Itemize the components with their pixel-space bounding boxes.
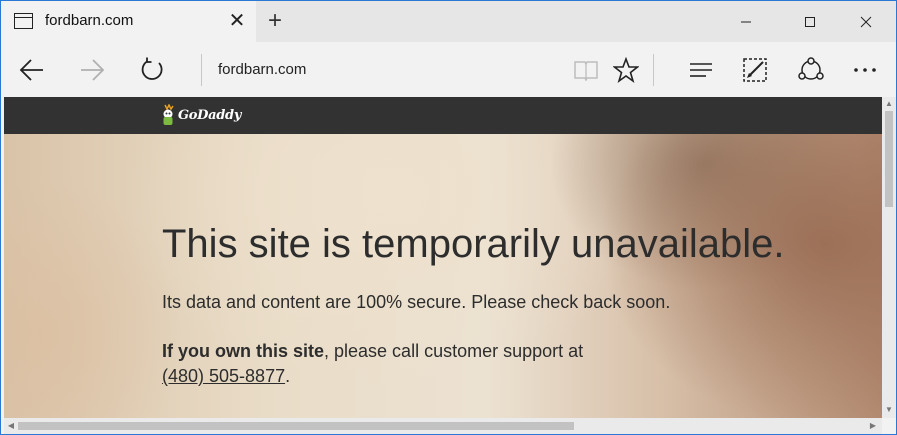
owner-rest-text: , please call customer support at [324,341,584,361]
phone-suffix: . [285,366,291,386]
hub-icon[interactable] [682,51,720,89]
more-icon[interactable] [846,51,884,89]
reading-view-icon[interactable] [567,51,605,89]
back-arrow-icon[interactable] [13,51,51,89]
tab-favicon-icon [14,13,33,29]
vertical-scroll-thumb[interactable] [885,111,893,207]
godaddy-mascot-icon [161,103,175,126]
owner-support-message: If you own this site, please call custom… [162,339,583,389]
scroll-down-icon[interactable]: ▼ [884,405,894,415]
browser-window: fordbarn.com ✕ + fordbarn.com GoDaddy Th… [0,0,897,435]
tab-fordbarn[interactable]: fordbarn.com ✕ [1,1,256,42]
horizontal-scrollbar[interactable]: ◀ ▶ [4,418,882,434]
address-bar[interactable]: fordbarn.com [201,54,561,86]
vertical-scrollbar[interactable]: ▲ ▼ [882,97,896,418]
tab-close-icon[interactable]: ✕ [225,8,249,34]
web-note-icon[interactable] [736,51,774,89]
status-message: Its data and content are 100% secure. Pl… [162,292,671,312]
share-icon[interactable] [792,51,830,89]
refresh-icon[interactable] [133,51,171,89]
scroll-right-icon[interactable]: ▶ [868,421,878,431]
favorite-star-icon[interactable] [607,51,645,89]
godaddy-logo[interactable]: GoDaddy [161,103,241,127]
scroll-up-icon[interactable]: ▲ [884,99,894,109]
close-icon[interactable] [843,1,889,42]
horizontal-scroll-thumb[interactable] [18,422,574,430]
godaddy-wordmark: GoDaddy [178,107,242,123]
godaddy-header-bar: GoDaddy [4,97,882,134]
maximize-icon[interactable] [787,1,833,42]
address-url: fordbarn.com [218,61,307,78]
tab-bar: fordbarn.com ✕ + [1,1,896,42]
support-phone-link[interactable]: (480) 505-8877 [162,366,285,386]
owner-bold-text: If you own this site [162,341,325,361]
new-tab-icon[interactable]: + [262,7,288,35]
navigation-bar: fordbarn.com [1,42,896,97]
tab-title: fordbarn.com [45,12,134,29]
toolbar-divider [653,54,654,86]
minimize-icon[interactable] [723,1,769,42]
web-page: GoDaddy This site is temporarily unavail… [4,97,882,418]
forward-arrow-icon[interactable] [73,51,111,89]
scroll-left-icon[interactable]: ◀ [6,421,16,431]
page-headline: This site is temporarily unavailable. [162,222,785,266]
hero-section: This site is temporarily unavailable. It… [4,134,882,418]
